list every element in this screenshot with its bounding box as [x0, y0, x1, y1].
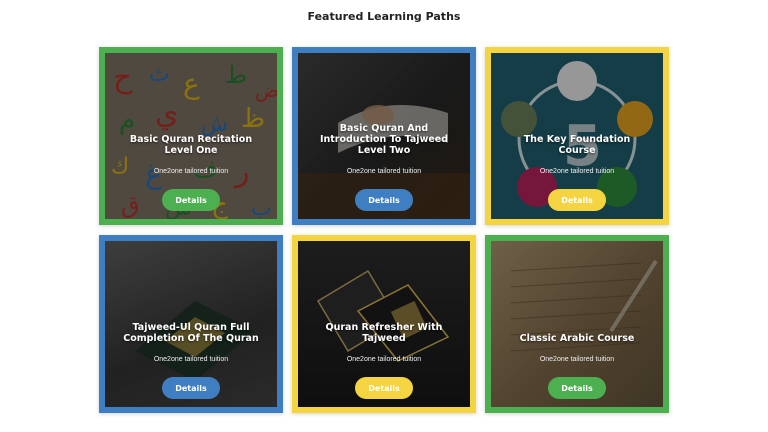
card-content: The Key Foundation Course One2one tailor… [491, 53, 663, 219]
card-content: Classic Arabic Course One2one tailored t… [491, 241, 663, 407]
course-card-classic-arabic[interactable]: Classic Arabic Course One2one tailored t… [485, 235, 669, 413]
card-subtitle: One2one tailored tuition [539, 356, 615, 363]
details-button[interactable]: Details [355, 377, 413, 399]
course-card-tajweed-completion[interactable]: Tajweed-Ul Quran Full Completion Of The … [99, 235, 283, 413]
details-button[interactable]: Details [162, 377, 220, 399]
card-title: Classic Arabic Course [519, 333, 635, 344]
card-subtitle: One2one tailored tuition [539, 168, 615, 175]
card-title: Basic Quran And Introduction To Tajweed … [319, 123, 449, 156]
card-subtitle: One2one tailored tuition [346, 356, 422, 363]
course-card-basic-recitation[interactable]: ح ث ع ط ض م ي ش ظ ك غ ف ر ق س ج ب Basic … [99, 47, 283, 225]
details-button[interactable]: Details [548, 189, 606, 211]
card-title: Basic Quran Recitation Level One [129, 134, 253, 156]
card-subtitle: One2one tailored tuition [153, 356, 229, 363]
section-title: Featured Learning Paths [307, 10, 461, 23]
course-card-quran-refresher[interactable]: Quran Refresher With Tajweed One2one tai… [292, 235, 476, 413]
card-title: Quran Refresher With Tajweed [325, 322, 443, 344]
card-content: Tajweed-Ul Quran Full Completion Of The … [105, 241, 277, 407]
course-card-key-foundation[interactable]: 5 The Key Foundation Course One2one tail… [485, 47, 669, 225]
details-button[interactable]: Details [355, 189, 413, 211]
card-title: The Key Foundation Course [523, 134, 631, 156]
card-content: Basic Quran Recitation Level One One2one… [105, 53, 277, 219]
course-card-intro-tajweed[interactable]: Basic Quran And Introduction To Tajweed … [292, 47, 476, 225]
details-button[interactable]: Details [548, 377, 606, 399]
card-title: Tajweed-Ul Quran Full Completion Of The … [123, 322, 259, 344]
card-content: Basic Quran And Introduction To Tajweed … [298, 53, 470, 219]
card-content: Quran Refresher With Tajweed One2one tai… [298, 241, 470, 407]
details-button[interactable]: Details [162, 189, 220, 211]
card-subtitle: One2one tailored tuition [153, 168, 229, 175]
card-subtitle: One2one tailored tuition [346, 168, 422, 175]
